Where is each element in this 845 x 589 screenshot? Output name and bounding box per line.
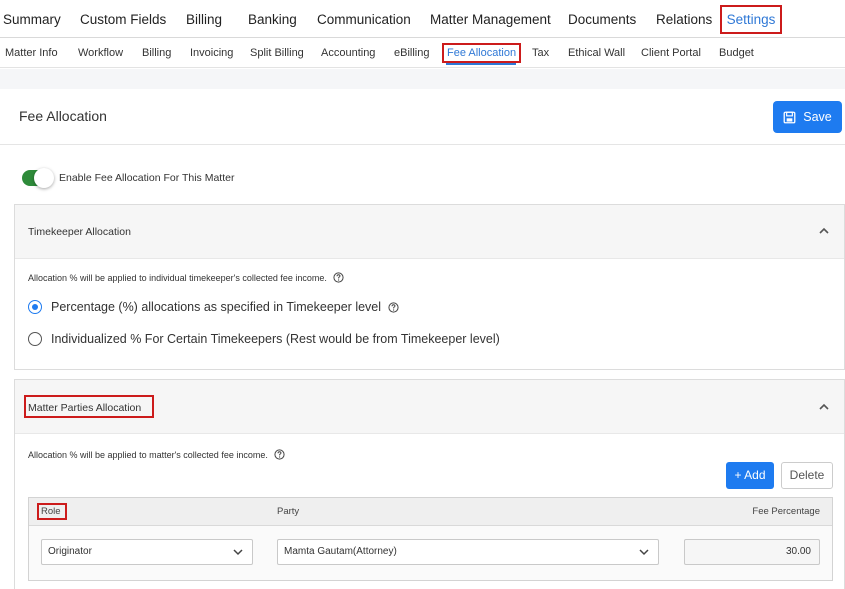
timekeeper-note-text: Allocation % will be applied to individu… bbox=[28, 272, 327, 283]
radio-option-label: Individualized % For Certain Timekeepers… bbox=[51, 332, 500, 346]
tab-matter-management[interactable]: Matter Management bbox=[430, 0, 551, 38]
timekeeper-panel-header[interactable]: Timekeeper Allocation bbox=[15, 205, 844, 259]
radio-button-unchecked[interactable] bbox=[28, 332, 42, 346]
chevron-up-icon[interactable] bbox=[818, 225, 830, 237]
chevron-up-icon[interactable] bbox=[818, 401, 830, 413]
help-icon[interactable] bbox=[274, 449, 285, 460]
timekeeper-panel-title: Timekeeper Allocation bbox=[28, 226, 131, 238]
tab-communication[interactable]: Communication bbox=[317, 0, 411, 38]
matter-parties-panel-header[interactable]: Matter Parties Allocation bbox=[15, 380, 844, 434]
help-icon[interactable] bbox=[388, 301, 399, 313]
toggle-knob bbox=[34, 168, 54, 188]
section-spacer bbox=[0, 69, 845, 89]
active-subtab-indicator bbox=[446, 63, 516, 65]
fee-percentage-input[interactable]: 30.00 bbox=[684, 539, 820, 565]
radio-button-checked[interactable] bbox=[28, 300, 42, 314]
chevron-down-icon bbox=[639, 549, 649, 556]
tab-settings[interactable]: Settings bbox=[720, 5, 782, 34]
save-button[interactable]: Save bbox=[773, 101, 842, 133]
subtab-matter-info[interactable]: Matter Info bbox=[5, 38, 58, 68]
radio-option-label: Percentage (%) allocations as specified … bbox=[51, 300, 382, 314]
party-select-value: Mamta Gautam(Attorney) bbox=[284, 546, 397, 557]
subtab-invoicing[interactable]: Invoicing bbox=[190, 38, 233, 68]
matter-parties-panel-title: Matter Parties Allocation bbox=[28, 402, 142, 414]
sub-tab-bar: Matter Info Workflow Billing Invoicing S… bbox=[0, 38, 845, 68]
tab-custom-fields[interactable]: Custom Fields bbox=[80, 0, 166, 38]
role-select[interactable]: Originator bbox=[41, 539, 253, 565]
subtab-workflow[interactable]: Workflow bbox=[78, 38, 123, 68]
radio-option-individualized[interactable]: Individualized % For Certain Timekeepers… bbox=[28, 332, 500, 346]
grid-header: Role Party Fee Percentage bbox=[29, 498, 832, 526]
enable-fee-allocation-toggle[interactable] bbox=[22, 168, 54, 188]
matter-parties-note-text: Allocation % will be applied to matter's… bbox=[28, 449, 268, 460]
help-icon[interactable] bbox=[333, 272, 344, 283]
tab-billing[interactable]: Billing bbox=[186, 0, 222, 38]
matter-parties-allocation-panel: Matter Parties Allocation Allocation % w… bbox=[14, 379, 845, 589]
matter-parties-grid: Role Party Fee Percentage Originator Mam… bbox=[28, 497, 833, 581]
timekeeper-allocation-panel: Timekeeper Allocation Allocation % will … bbox=[14, 204, 845, 370]
subtab-ethical-wall[interactable]: Ethical Wall bbox=[568, 38, 625, 68]
chevron-down-icon bbox=[233, 549, 243, 556]
tab-relations[interactable]: Relations bbox=[656, 0, 712, 38]
matter-parties-note: Allocation % will be applied to matter's… bbox=[28, 449, 285, 460]
timekeeper-note: Allocation % will be applied to individu… bbox=[28, 272, 344, 283]
party-select[interactable]: Mamta Gautam(Attorney) bbox=[277, 539, 659, 565]
tab-summary[interactable]: Summary bbox=[3, 0, 61, 38]
subtab-tax[interactable]: Tax bbox=[532, 38, 549, 68]
save-button-label: Save bbox=[803, 110, 832, 124]
column-header-party[interactable]: Party bbox=[277, 498, 299, 526]
page-title: Fee Allocation bbox=[19, 108, 107, 124]
add-party-button[interactable]: + Add bbox=[726, 462, 774, 489]
page-header: Fee Allocation Save bbox=[0, 89, 845, 145]
subtab-client-portal[interactable]: Client Portal bbox=[641, 38, 701, 68]
subtab-ebilling[interactable]: eBilling bbox=[394, 38, 429, 68]
subtab-budget[interactable]: Budget bbox=[719, 38, 754, 68]
subtab-split-billing[interactable]: Split Billing bbox=[250, 38, 304, 68]
tab-documents[interactable]: Documents bbox=[568, 0, 636, 38]
column-header-fee-percentage[interactable]: Fee Percentage bbox=[752, 498, 820, 526]
column-header-role[interactable]: Role bbox=[41, 498, 61, 526]
fee-allocation-toggle-row: Enable Fee Allocation For This Matter bbox=[22, 168, 235, 188]
delete-party-button[interactable]: Delete bbox=[781, 462, 833, 489]
tab-banking[interactable]: Banking bbox=[248, 0, 297, 38]
subtab-billing[interactable]: Billing bbox=[142, 38, 171, 68]
top-tab-bar: Summary Custom Fields Billing Banking Co… bbox=[0, 0, 845, 38]
radio-option-timekeeper-level[interactable]: Percentage (%) allocations as specified … bbox=[28, 300, 399, 314]
toggle-label: Enable Fee Allocation For This Matter bbox=[59, 172, 235, 184]
floppy-disk-icon bbox=[783, 111, 796, 123]
role-select-value: Originator bbox=[48, 546, 92, 557]
subtab-accounting[interactable]: Accounting bbox=[321, 38, 375, 68]
table-row: Originator Mamta Gautam(Attorney) 30.00 bbox=[29, 526, 832, 580]
